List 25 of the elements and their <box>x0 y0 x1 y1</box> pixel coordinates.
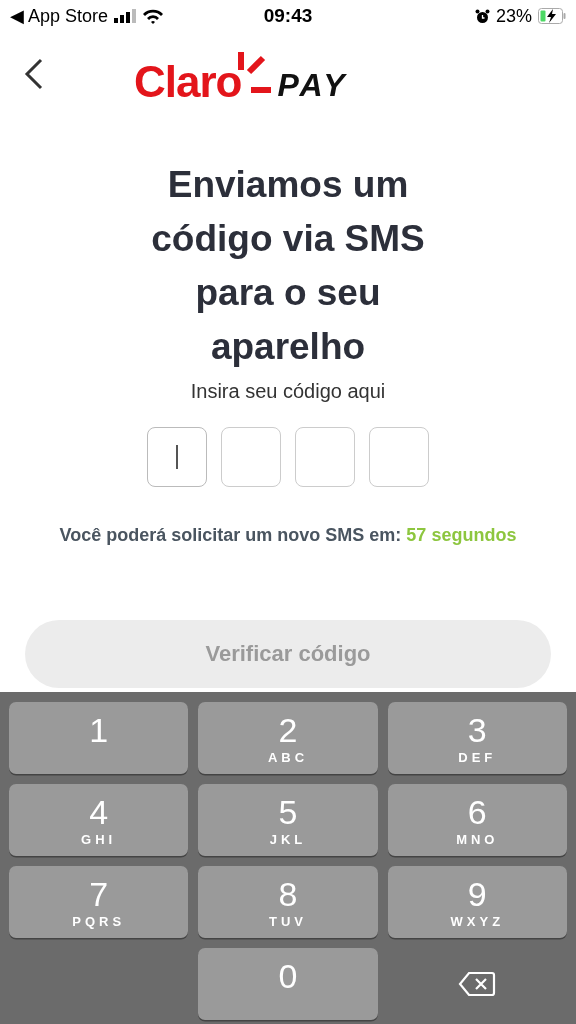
clock-time: 09:43 <box>263 5 313 27</box>
battery-percentage: 23% <box>496 5 532 27</box>
claro-pay-logo: Claro PAY <box>134 44 348 104</box>
keypad-key[interactable]: 2 ABC <box>198 702 378 774</box>
code-digit-field[interactable] <box>369 427 429 487</box>
keypad-key[interactable]: 8 TUV <box>198 866 378 938</box>
keypad-key[interactable]: 0 <box>198 948 378 1020</box>
page-title: Enviamos um código via SMS para o seu aparelho <box>150 163 426 369</box>
signal-icon <box>114 9 137 23</box>
wifi-icon <box>142 8 165 24</box>
keypad-key[interactable]: 1 <box>9 702 189 774</box>
code-digit-field[interactable] <box>147 427 207 487</box>
instruction-text: Insira seu código aqui <box>190 380 386 403</box>
keypad-key[interactable]: 5 JKL <box>198 784 378 856</box>
alarm-clock-icon <box>475 8 490 24</box>
code-digit-field[interactable] <box>295 427 355 487</box>
keypad-key[interactable]: 6 MNO <box>387 784 567 856</box>
back-to-app-link[interactable]: ◀ App Store <box>10 5 109 27</box>
keypad-key[interactable]: 4 GHI <box>9 784 189 856</box>
keypad-key[interactable]: 9 WXYZ <box>387 866 567 938</box>
code-digit-field[interactable] <box>221 427 281 487</box>
backspace-icon[interactable] <box>458 971 497 997</box>
keypad-key[interactable]: 7 PQRS <box>9 866 189 938</box>
keypad-key[interactable]: 3 DEF <box>387 702 567 774</box>
resend-timer-text: Você poderá solicitar um novo SMS em: 57 segundos <box>59 525 517 546</box>
